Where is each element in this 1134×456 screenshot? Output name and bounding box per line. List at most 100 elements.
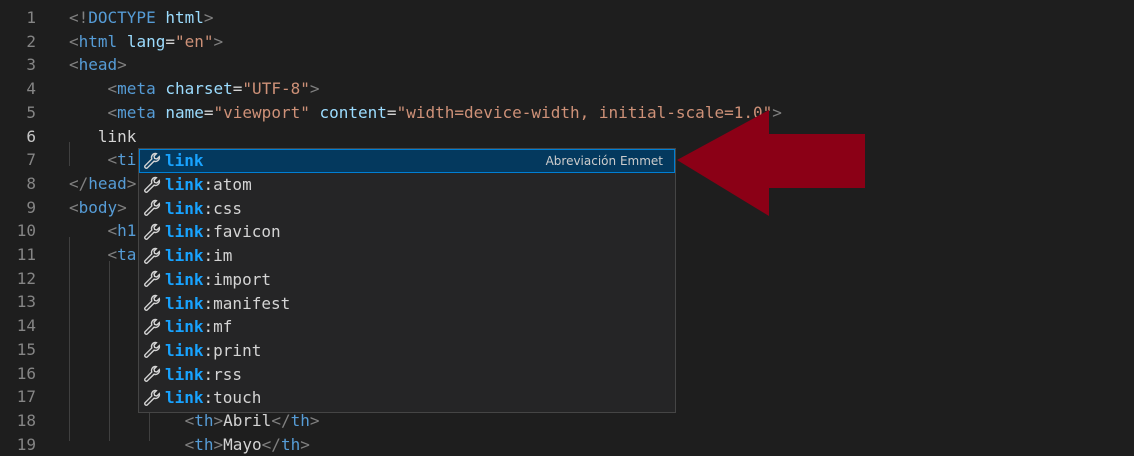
code-token: =	[203, 102, 214, 122]
code-token: <	[107, 150, 118, 170]
code-token: >	[203, 8, 214, 27]
suggestion-match: link	[165, 269, 204, 289]
suggestion-rest: :css	[203, 198, 243, 218]
suggestion-rest: :print	[203, 340, 262, 360]
suggestion-rest: :atom	[203, 175, 252, 195]
code-token: </	[271, 410, 291, 430]
code-token: th	[194, 410, 214, 430]
code-token: link	[69, 126, 137, 146]
code-token: >	[126, 173, 137, 193]
code-token: >	[117, 197, 127, 217]
code-token: head	[88, 173, 127, 193]
suggestion-label: link:rss	[165, 365, 242, 384]
suggestion-item[interactable]: link:atom	[139, 173, 675, 197]
code-token: lang	[126, 31, 166, 51]
suggestion-match: link	[165, 175, 204, 195]
suggestion-item[interactable]: link:touch	[139, 386, 675, 410]
code-token: <	[107, 245, 118, 264]
code-token: head	[78, 55, 118, 75]
wrench-icon	[139, 294, 165, 312]
suggestion-label: link:mf	[165, 317, 232, 336]
line-number: 11	[16, 245, 36, 264]
code-token: <	[107, 102, 118, 122]
line-number: 1	[26, 8, 36, 27]
line-number: 6	[26, 126, 36, 146]
code-line: <ta	[69, 243, 137, 267]
line-number: 19	[16, 434, 36, 454]
wrench-icon	[139, 341, 165, 359]
code-token: >	[300, 434, 310, 454]
line-number: 2	[26, 31, 36, 51]
code-token: Mayo	[223, 434, 262, 454]
wrench-icon	[139, 199, 165, 217]
suggestion-detail: Abreviación Emmet	[545, 153, 663, 168]
code-token: th	[194, 434, 214, 454]
wrench-icon	[139, 270, 165, 288]
line-number: 5	[26, 102, 36, 122]
code-token: "en"	[174, 31, 214, 51]
code-line: <meta name="viewport" content="width=dev…	[69, 101, 782, 125]
suggestion-label: link:touch	[165, 388, 261, 407]
code-token: DOCTYPE	[88, 8, 156, 27]
suggestion-label: link:im	[165, 246, 232, 265]
suggestion-match: link	[165, 246, 204, 266]
suggestion-rest: :mf	[203, 317, 233, 337]
code-token: h1	[117, 221, 137, 241]
suggestion-label: link:manifest	[165, 294, 290, 313]
code-line: <th>Mayo</th>	[69, 433, 310, 456]
suggestion-rest: :manifest	[203, 293, 291, 313]
code-token: body	[78, 197, 118, 217]
suggestion-item[interactable]: link:manifest	[139, 291, 675, 315]
suggestion-item[interactable]: link:im	[139, 244, 675, 268]
line-number: 16	[16, 363, 36, 383]
code-line: <h1	[69, 219, 137, 243]
code-token: th	[280, 434, 301, 454]
code-token: content	[319, 102, 387, 122]
suggestion-match: link	[165, 222, 204, 242]
line-number: 10	[16, 221, 36, 241]
suggestion-label: link:favicon	[165, 222, 281, 241]
code-token: Abril	[223, 410, 272, 430]
code-token: =	[232, 79, 243, 99]
code-token: charset	[165, 79, 233, 99]
line-number: 12	[16, 268, 36, 288]
suggestion-widget[interactable]: link Abreviación Emmet link:atom link:css li…	[138, 148, 676, 413]
suggestion-item[interactable]: link:import	[139, 268, 675, 292]
suggestion-item[interactable]: link:mf	[139, 315, 675, 339]
code-token: html	[165, 8, 204, 27]
code-line: <meta charset="UTF-8">	[69, 77, 320, 101]
suggestion-match: link	[165, 151, 204, 171]
wrench-icon	[139, 152, 165, 170]
suggestion-item[interactable]: link:css	[139, 196, 675, 220]
code-token: >	[213, 434, 224, 454]
suggestion-match: link	[165, 293, 204, 313]
code-token: "UTF-8"	[242, 79, 310, 99]
suggestion-match: link	[165, 198, 204, 218]
suggestion-rest: :touch	[203, 388, 262, 408]
suggestion-match: link	[165, 340, 204, 360]
suggestion-item[interactable]: link:favicon	[139, 220, 675, 244]
code-token: <	[107, 221, 118, 241]
code-token: <	[184, 410, 195, 430]
code-line: <html lang="en">	[69, 30, 223, 54]
code-token: th	[290, 410, 310, 430]
code-token: >	[117, 55, 127, 75]
code-line: <body>	[69, 196, 127, 220]
suggestion-match: link	[165, 364, 204, 384]
suggestion-item[interactable]: link:print	[139, 339, 675, 363]
suggestion-item[interactable]: link Abreviación Emmet	[139, 149, 675, 173]
line-number: 17	[16, 387, 36, 407]
suggestion-item[interactable]: link:rss	[139, 362, 675, 386]
suggestion-label: link:atom	[165, 175, 252, 194]
code-token: <	[69, 55, 79, 75]
suggestion-label: link:css	[165, 199, 242, 218]
wrench-icon	[139, 318, 165, 336]
